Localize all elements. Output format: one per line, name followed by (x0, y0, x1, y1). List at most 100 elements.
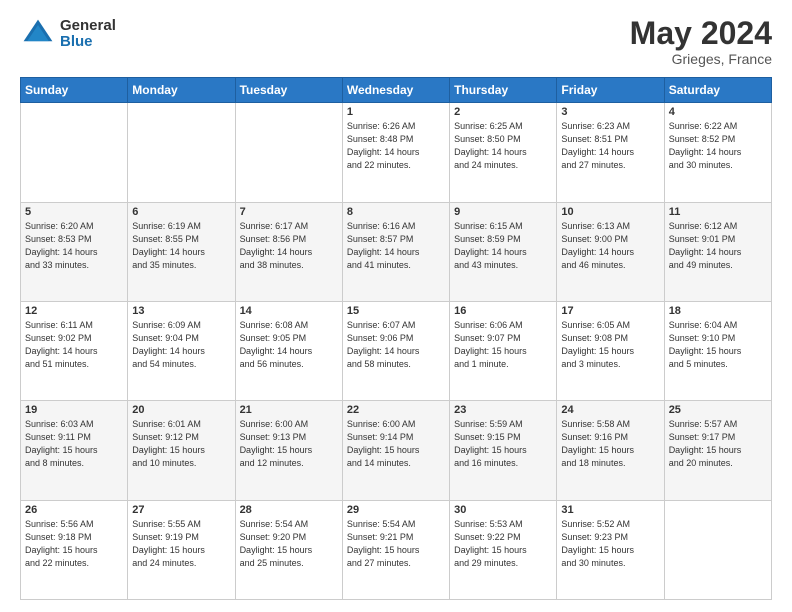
day-number: 20 (132, 404, 230, 416)
table-row (21, 103, 128, 202)
table-row: 14 Sunrise: 6:08 AM Sunset: 9:05 PM Dayli… (235, 301, 342, 400)
table-row: 15 Sunrise: 6:07 AM Sunset: 9:06 PM Dayli… (342, 301, 449, 400)
day-info: Sunrise: 6:23 AM Sunset: 8:51 PM Dayligh… (561, 120, 659, 172)
day-info: Sunrise: 6:04 AM Sunset: 9:10 PM Dayligh… (669, 319, 767, 371)
calendar-week-row: 26 Sunrise: 5:56 AM Sunset: 9:18 PM Dayli… (21, 500, 772, 599)
day-info: Sunrise: 5:59 AM Sunset: 9:15 PM Dayligh… (454, 418, 552, 470)
day-info: Sunrise: 5:57 AM Sunset: 9:17 PM Dayligh… (669, 418, 767, 470)
day-info: Sunrise: 6:16 AM Sunset: 8:57 PM Dayligh… (347, 220, 445, 272)
day-info: Sunrise: 6:08 AM Sunset: 9:05 PM Dayligh… (240, 319, 338, 371)
title-block: May 2024 Grieges, France (630, 16, 772, 67)
col-saturday: Saturday (664, 78, 771, 103)
col-friday: Friday (557, 78, 664, 103)
table-row (235, 103, 342, 202)
day-number: 22 (347, 404, 445, 416)
table-row: 16 Sunrise: 6:06 AM Sunset: 9:07 PM Dayli… (450, 301, 557, 400)
day-number: 8 (347, 206, 445, 218)
header: General Blue May 2024 Grieges, France (20, 16, 772, 67)
day-info: Sunrise: 5:56 AM Sunset: 9:18 PM Dayligh… (25, 518, 123, 570)
day-info: Sunrise: 5:54 AM Sunset: 9:20 PM Dayligh… (240, 518, 338, 570)
table-row: 13 Sunrise: 6:09 AM Sunset: 9:04 PM Dayli… (128, 301, 235, 400)
table-row: 17 Sunrise: 6:05 AM Sunset: 9:08 PM Dayli… (557, 301, 664, 400)
table-row: 7Sunrise: 6:17 AM Sunset: 8:56 PM Daylig… (235, 202, 342, 301)
table-row: 27 Sunrise: 5:55 AM Sunset: 9:19 PM Dayli… (128, 500, 235, 599)
day-number: 27 (132, 504, 230, 516)
day-info: Sunrise: 6:11 AM Sunset: 9:02 PM Dayligh… (25, 319, 123, 371)
calendar-table: Sunday Monday Tuesday Wednesday Thursday… (20, 77, 772, 600)
table-row: 18 Sunrise: 6:04 AM Sunset: 9:10 PM Dayli… (664, 301, 771, 400)
calendar-week-row: 1Sunrise: 6:26 AM Sunset: 8:48 PM Daylig… (21, 103, 772, 202)
day-info: Sunrise: 5:55 AM Sunset: 9:19 PM Dayligh… (132, 518, 230, 570)
title-location: Grieges, France (630, 51, 772, 67)
table-row: 11 Sunrise: 6:12 AM Sunset: 9:01 PM Dayli… (664, 202, 771, 301)
table-row: 20 Sunrise: 6:01 AM Sunset: 9:12 PM Dayli… (128, 401, 235, 500)
day-number: 24 (561, 404, 659, 416)
table-row: 29Sunrise: 5:54 AM Sunset: 9:21 PM Dayli… (342, 500, 449, 599)
day-info: Sunrise: 6:26 AM Sunset: 8:48 PM Dayligh… (347, 120, 445, 172)
table-row: 22 Sunrise: 6:00 AM Sunset: 9:14 PM Dayli… (342, 401, 449, 500)
table-row: 12 Sunrise: 6:11 AM Sunset: 9:02 PM Dayli… (21, 301, 128, 400)
day-info: Sunrise: 5:53 AM Sunset: 9:22 PM Dayligh… (454, 518, 552, 570)
table-row: 24Sunrise: 5:58 AM Sunset: 9:16 PM Dayli… (557, 401, 664, 500)
logo-text: General Blue (60, 18, 116, 51)
table-row: 31Sunrise: 5:52 AM Sunset: 9:23 PM Dayli… (557, 500, 664, 599)
logo-general-text: General (60, 18, 116, 35)
col-monday: Monday (128, 78, 235, 103)
day-number: 30 (454, 504, 552, 516)
day-number: 13 (132, 305, 230, 317)
day-info: Sunrise: 6:01 AM Sunset: 9:12 PM Dayligh… (132, 418, 230, 470)
table-row (128, 103, 235, 202)
day-number: 17 (561, 305, 659, 317)
logo-blue-text: Blue (60, 34, 116, 51)
day-info: Sunrise: 6:12 AM Sunset: 9:01 PM Dayligh… (669, 220, 767, 272)
day-number: 9 (454, 206, 552, 218)
col-thursday: Thursday (450, 78, 557, 103)
col-wednesday: Wednesday (342, 78, 449, 103)
day-info: Sunrise: 6:25 AM Sunset: 8:50 PM Dayligh… (454, 120, 552, 172)
table-row: 8 Sunrise: 6:16 AM Sunset: 8:57 PM Daylig… (342, 202, 449, 301)
day-number: 14 (240, 305, 338, 317)
day-info: Sunrise: 5:52 AM Sunset: 9:23 PM Dayligh… (561, 518, 659, 570)
day-number: 25 (669, 404, 767, 416)
day-number: 19 (25, 404, 123, 416)
col-tuesday: Tuesday (235, 78, 342, 103)
table-row: 30 Sunrise: 5:53 AM Sunset: 9:22 PM Dayli… (450, 500, 557, 599)
logo: General Blue (20, 16, 116, 52)
table-row: 26 Sunrise: 5:56 AM Sunset: 9:18 PM Dayli… (21, 500, 128, 599)
table-row: 5Sunrise: 6:20 AM Sunset: 8:53 PM Daylig… (21, 202, 128, 301)
title-month: May 2024 (630, 16, 772, 51)
day-number: 15 (347, 305, 445, 317)
day-number: 16 (454, 305, 552, 317)
day-info: Sunrise: 6:09 AM Sunset: 9:04 PM Dayligh… (132, 319, 230, 371)
table-row: 19Sunrise: 6:03 AM Sunset: 9:11 PM Dayli… (21, 401, 128, 500)
day-number: 18 (669, 305, 767, 317)
day-info: Sunrise: 6:07 AM Sunset: 9:06 PM Dayligh… (347, 319, 445, 371)
calendar-week-row: 19Sunrise: 6:03 AM Sunset: 9:11 PM Dayli… (21, 401, 772, 500)
table-row: 21Sunrise: 6:00 AM Sunset: 9:13 PM Dayli… (235, 401, 342, 500)
table-row: 3 Sunrise: 6:23 AM Sunset: 8:51 PM Daylig… (557, 103, 664, 202)
table-row: 28Sunrise: 5:54 AM Sunset: 9:20 PM Dayli… (235, 500, 342, 599)
day-info: Sunrise: 6:22 AM Sunset: 8:52 PM Dayligh… (669, 120, 767, 172)
day-info: Sunrise: 6:00 AM Sunset: 9:13 PM Dayligh… (240, 418, 338, 470)
day-info: Sunrise: 6:15 AM Sunset: 8:59 PM Dayligh… (454, 220, 552, 272)
col-sunday: Sunday (21, 78, 128, 103)
day-number: 4 (669, 106, 767, 118)
day-number: 11 (669, 206, 767, 218)
day-number: 6 (132, 206, 230, 218)
day-info: Sunrise: 6:06 AM Sunset: 9:07 PM Dayligh… (454, 319, 552, 371)
day-number: 29 (347, 504, 445, 516)
day-info: Sunrise: 6:00 AM Sunset: 9:14 PM Dayligh… (347, 418, 445, 470)
day-number: 10 (561, 206, 659, 218)
day-info: Sunrise: 6:05 AM Sunset: 9:08 PM Dayligh… (561, 319, 659, 371)
calendar-week-row: 5Sunrise: 6:20 AM Sunset: 8:53 PM Daylig… (21, 202, 772, 301)
day-number: 3 (561, 106, 659, 118)
day-info: Sunrise: 6:19 AM Sunset: 8:55 PM Dayligh… (132, 220, 230, 272)
day-number: 7 (240, 206, 338, 218)
table-row: 9 Sunrise: 6:15 AM Sunset: 8:59 PM Daylig… (450, 202, 557, 301)
table-row (664, 500, 771, 599)
day-info: Sunrise: 6:20 AM Sunset: 8:53 PM Dayligh… (25, 220, 123, 272)
day-number: 12 (25, 305, 123, 317)
table-row: 23 Sunrise: 5:59 AM Sunset: 9:15 PM Dayli… (450, 401, 557, 500)
day-number: 23 (454, 404, 552, 416)
day-number: 26 (25, 504, 123, 516)
